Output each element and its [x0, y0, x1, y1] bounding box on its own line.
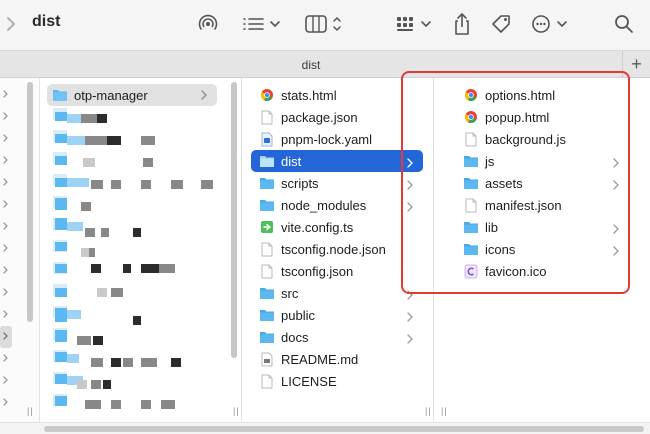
- folder-icon: [259, 153, 275, 169]
- horizontal-scrollbar-thumb[interactable]: [44, 426, 644, 432]
- list-item[interactable]: vite.config.ts: [251, 216, 423, 238]
- file-name: tsconfig.json: [281, 263, 354, 279]
- column-view-icon[interactable]: [304, 10, 344, 38]
- yaml-icon: [259, 131, 275, 147]
- list-item[interactable]: docs: [251, 326, 423, 348]
- blurred-file-list: [53, 108, 213, 409]
- document-icon: [259, 109, 275, 125]
- markdown-icon: [259, 351, 275, 367]
- gallery-view-icon[interactable]: [394, 10, 434, 38]
- tag-icon[interactable]: [489, 10, 513, 38]
- file-name: pnpm-lock.yaml: [281, 131, 373, 147]
- folder-icon: [259, 175, 275, 191]
- file-name: scripts: [281, 175, 319, 191]
- list-item[interactable]: pnpm-lock.yaml: [251, 128, 423, 150]
- column-4-resize-handle[interactable]: ||: [441, 406, 448, 416]
- file-name: dist: [281, 153, 302, 169]
- list-item[interactable]: tsconfig.node.json: [251, 238, 423, 260]
- toolbar: dist: [0, 0, 650, 50]
- file-name: docs: [281, 329, 309, 345]
- file-name: stats.html: [281, 87, 337, 103]
- column-2-scrollbar[interactable]: [231, 82, 237, 358]
- column-1-resize-handle[interactable]: ||: [27, 406, 34, 416]
- more-actions-icon[interactable]: [530, 10, 570, 38]
- list-item[interactable]: README.md: [251, 348, 423, 370]
- folder-icon: [259, 285, 275, 301]
- horizontal-scrollbar[interactable]: [0, 422, 650, 434]
- search-icon[interactable]: [612, 10, 636, 38]
- chevron-right-icon: [407, 332, 413, 347]
- column-1-scrollbar[interactable]: [27, 82, 33, 322]
- column-2[interactable]: otp-manager ||: [41, 78, 242, 422]
- file-name: README.md: [281, 351, 359, 367]
- list-item[interactable]: package.json: [251, 106, 423, 128]
- document-icon: [259, 263, 275, 279]
- window-title: dist: [32, 13, 61, 30]
- file-name: tsconfig.node.json: [281, 241, 386, 257]
- airdrop-icon[interactable]: [196, 10, 220, 38]
- folder-icon: [259, 329, 275, 345]
- share-icon[interactable]: [451, 10, 473, 38]
- file-name: package.json: [281, 109, 358, 125]
- column-1[interactable]: ||: [0, 78, 40, 422]
- list-item[interactable]: LICENSE: [251, 370, 423, 392]
- column-3-resize-handle[interactable]: ||: [425, 406, 432, 416]
- file-name: public: [281, 307, 315, 323]
- file-name: src: [281, 285, 299, 301]
- document-icon: [259, 373, 275, 389]
- list-item[interactable]: scripts: [251, 172, 423, 194]
- list-item[interactable]: node_modules: [251, 194, 423, 216]
- file-name: node_modules: [281, 197, 367, 213]
- list-item[interactable]: stats.html: [251, 84, 423, 106]
- folder-icon: [259, 307, 275, 323]
- column-2-resize-handle[interactable]: ||: [233, 406, 240, 416]
- document-icon: [259, 241, 275, 257]
- file-name: vite.config.ts: [281, 219, 354, 235]
- chrome-html-icon: [259, 87, 275, 103]
- list-item[interactable]: src: [251, 282, 423, 304]
- list-item[interactable]: dist: [251, 150, 423, 172]
- folder-icon: [259, 197, 275, 213]
- back-chevron-icon[interactable]: [4, 12, 18, 36]
- list-item[interactable]: tsconfig.json: [251, 260, 423, 282]
- list-item[interactable]: public: [251, 304, 423, 326]
- list-view-icon[interactable]: [241, 10, 281, 38]
- annotation-highlight-box: [401, 71, 630, 294]
- ts-config-icon: [259, 219, 275, 235]
- file-name: LICENSE: [281, 373, 337, 389]
- chevron-right-icon: [407, 310, 413, 325]
- column-1-chevrons: [0, 90, 12, 406]
